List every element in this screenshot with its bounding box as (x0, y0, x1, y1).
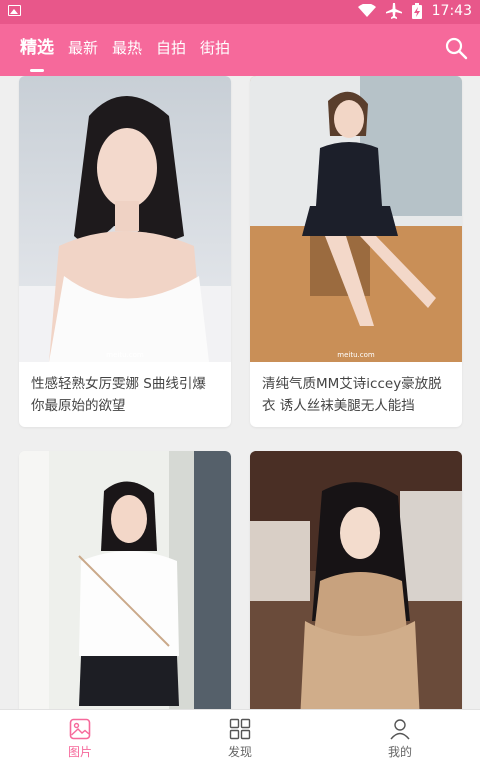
tab-label: 最新 (68, 39, 99, 57)
tab-label: 精选 (20, 38, 54, 58)
card-photo[interactable]: meitu.com (250, 76, 462, 362)
nav-label: 图片 (67, 745, 92, 759)
user-icon (390, 719, 410, 740)
photo-watermark: meitu.com (106, 351, 144, 359)
search-icon[interactable] (444, 36, 468, 60)
airplane-icon (385, 3, 402, 19)
card-photo[interactable] (250, 451, 462, 710)
battery-charging-icon (411, 3, 422, 19)
tab-selfie[interactable]: 自拍 (156, 24, 186, 76)
clock: 17:43 (431, 3, 472, 19)
active-tab-indicator (30, 69, 44, 72)
bottom-navigation: 图片 发现 我的 (0, 709, 480, 768)
tab-label: 最热 (112, 39, 143, 57)
photo-watermark: meitu.com (337, 351, 375, 359)
photo-feed[interactable]: meitu.com 性感轻熟女厉雯娜 S曲线引爆你最原始的欲望 meitu.co… (0, 76, 480, 710)
tab-label: 街拍 (200, 39, 231, 57)
image-notification-icon (8, 5, 21, 16)
status-bar: 17:43 (0, 0, 480, 24)
photo-card[interactable] (19, 451, 231, 710)
photo-card[interactable]: meitu.com 性感轻熟女厉雯娜 S曲线引爆你最原始的欲望 (19, 76, 231, 427)
image-icon (69, 718, 91, 740)
photo-card[interactable] (250, 451, 462, 710)
card-photo[interactable] (19, 451, 231, 710)
tab-street[interactable]: 街拍 (200, 24, 230, 76)
grid-icon (229, 718, 251, 740)
tab-hottest[interactable]: 最热 (112, 24, 142, 76)
tab-label: 自拍 (156, 39, 187, 57)
card-photo[interactable]: meitu.com (19, 76, 231, 362)
card-caption: 性感轻熟女厉雯娜 S曲线引爆你最原始的欲望 (31, 376, 206, 414)
wifi-icon (357, 4, 376, 17)
nav-label: 发现 (227, 745, 252, 759)
photo-card[interactable]: meitu.com 清纯气质MM艾诗iccey豪放脱衣 诱人丝袜美腿无人能挡 (250, 76, 462, 427)
card-caption: 清纯气质MM艾诗iccey豪放脱衣 诱人丝袜美腿无人能挡 (262, 376, 442, 414)
nav-images[interactable]: 图片 (0, 710, 160, 768)
tab-latest[interactable]: 最新 (68, 24, 98, 76)
nav-discover[interactable]: 发现 (160, 710, 320, 768)
nav-label: 我的 (387, 745, 412, 759)
nav-profile[interactable]: 我的 (320, 710, 480, 768)
app-bar: 精选 最新 最热 自拍 街拍 (0, 24, 480, 76)
category-tabs: 精选 最新 最热 自拍 街拍 (20, 24, 230, 76)
tab-featured[interactable]: 精选 (20, 24, 54, 76)
